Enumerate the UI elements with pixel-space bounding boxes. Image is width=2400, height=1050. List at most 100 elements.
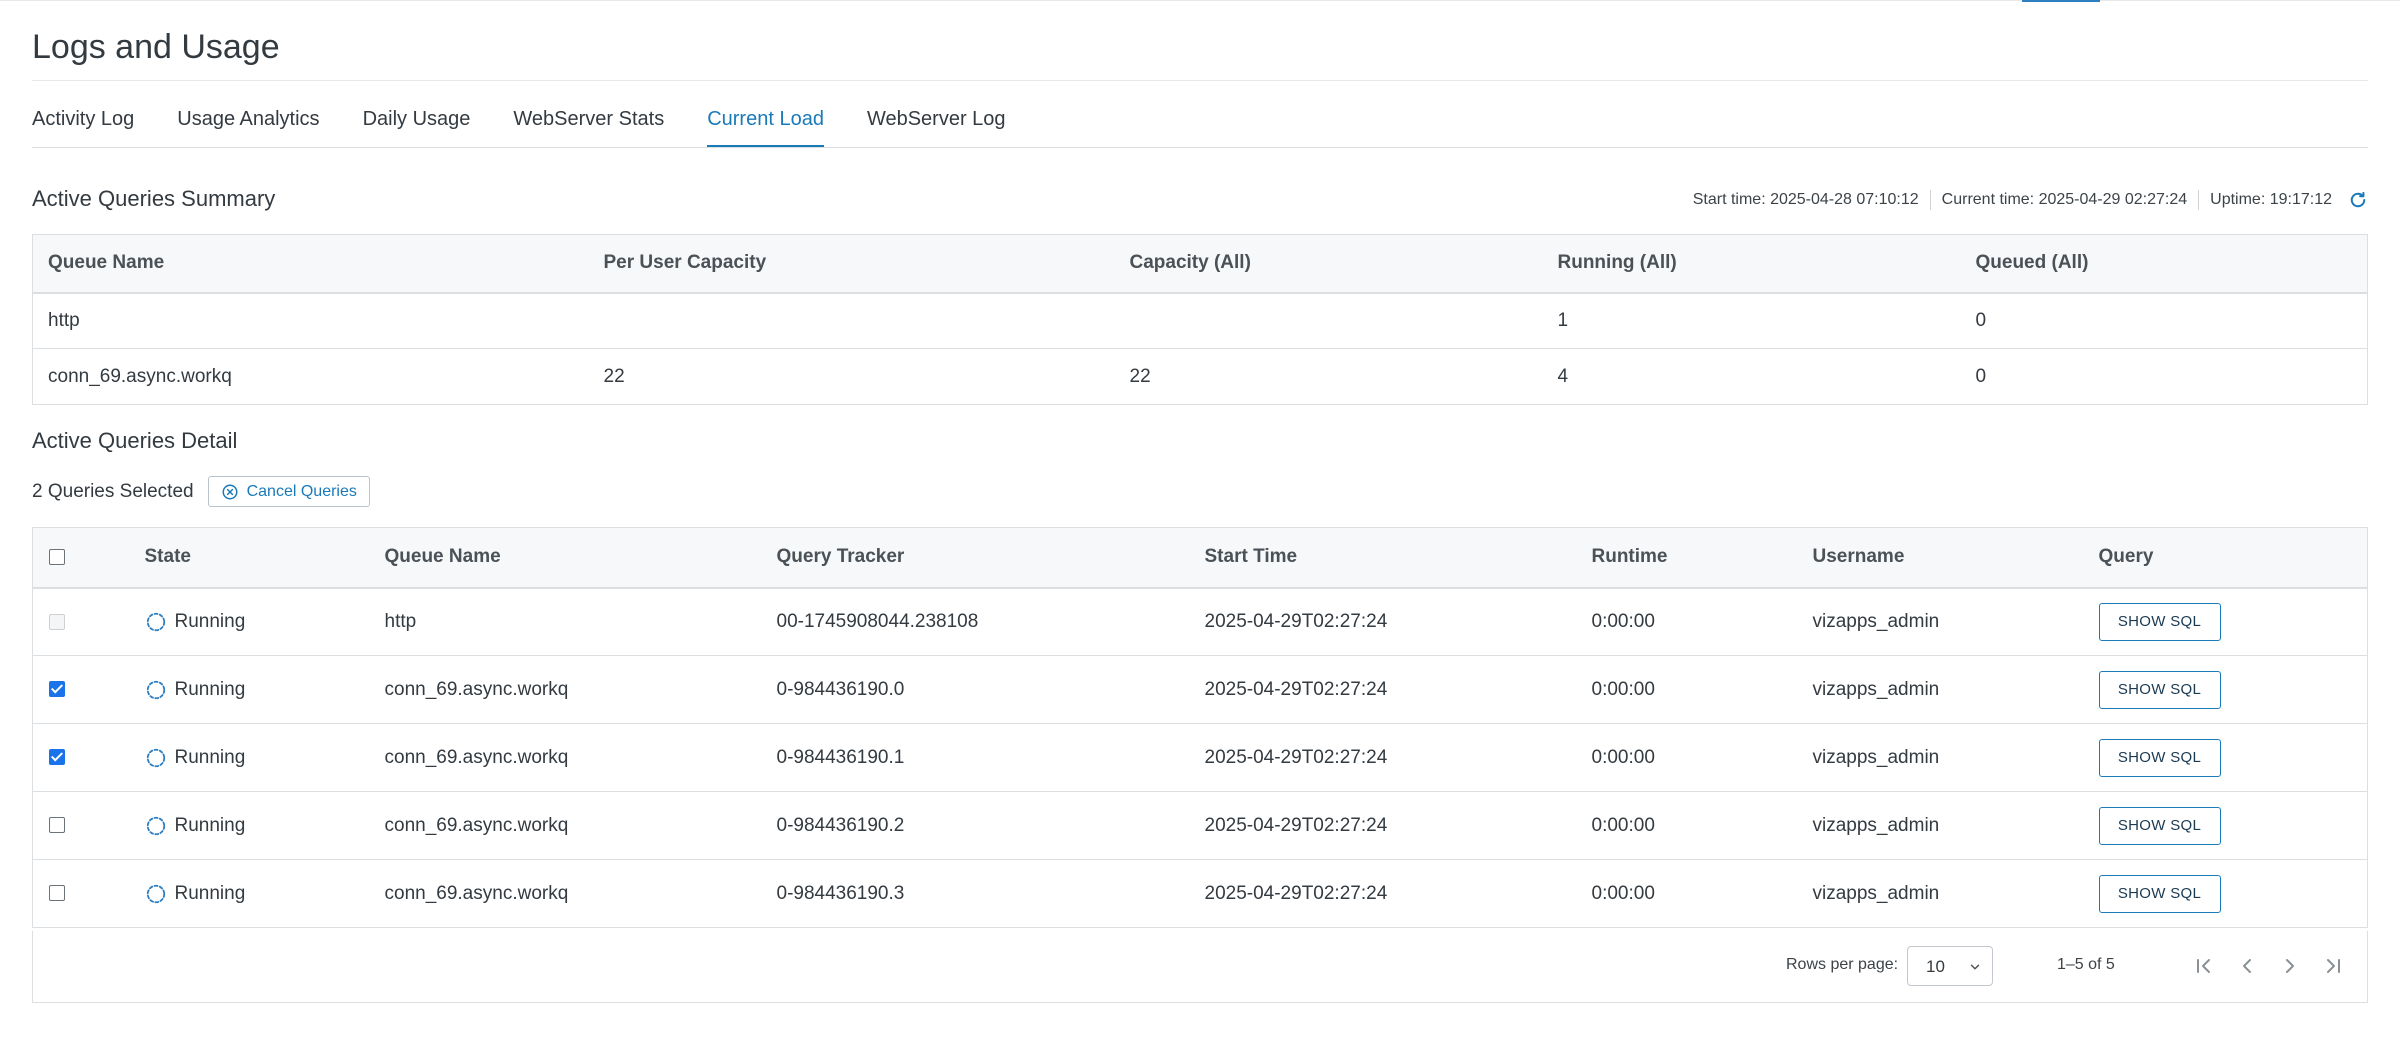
cell-runtime: 0:00:00 [1591, 882, 1655, 904]
uptime: Uptime: 19:17:12 [2210, 191, 2332, 208]
col-queue-name[interactable]: Queue Name [385, 528, 777, 588]
state-cell: Running [145, 747, 385, 769]
rows-per-page-label: Rows per page: [1786, 956, 1899, 973]
row-checkbox [49, 613, 65, 630]
cell-queued-all: 0 [1975, 309, 1987, 331]
col-queued-all[interactable]: Queued (All) [1961, 235, 2368, 293]
cell-start-time: 2025-04-29T02:27:24 [1204, 678, 1388, 700]
cell-queue-name: conn_69.async.workq [48, 365, 232, 387]
table-row: Running http 00-1745908044.238108 2025-04-2… [32, 588, 2368, 656]
show-sql-button[interactable]: SHOW SQL [2098, 874, 2221, 913]
col-username[interactable]: Username [1813, 528, 2099, 588]
summary-header-row: Queue Name Per User Capacity Capacity (A… [32, 234, 2368, 293]
page-title: Logs and Usage [32, 28, 280, 66]
rows-per-page-value: 10 [1926, 957, 1945, 976]
row-checkbox[interactable] [49, 749, 65, 766]
start-time: Start time: 2025-04-28 07:10:12 [1692, 191, 1919, 208]
show-sql-button[interactable]: SHOW SQL [2098, 738, 2221, 777]
state-label: Running [174, 610, 246, 632]
cell-capacity-all: 22 [1129, 365, 1151, 387]
row-checkbox[interactable] [49, 681, 65, 698]
state-label: Running [174, 746, 246, 768]
cell-running-all: 1 [1557, 309, 1569, 331]
spinner-icon [146, 816, 165, 835]
cell-runtime: 0:00:00 [1591, 746, 1655, 768]
summary-table: Queue Name Per User Capacity Capacity (A… [32, 234, 2368, 405]
tab-bar: Activity Log Usage Analytics Daily Usage… [32, 100, 1049, 148]
table-row: http 1 0 [32, 293, 2368, 349]
cell-queue-name: conn_69.async.workq [384, 678, 569, 700]
summary-title: Active Queries Summary [32, 186, 276, 211]
prev-page-icon[interactable] [2235, 954, 2259, 978]
col-running-all[interactable]: Running (All) [1543, 235, 1961, 293]
select-all-checkbox[interactable] [49, 549, 65, 566]
cell-queue-name: http [384, 610, 417, 632]
next-page-icon[interactable] [2278, 954, 2302, 978]
state-label: Running [174, 814, 246, 836]
cell-query-tracker: 00-1745908044.238108 [776, 610, 979, 632]
cell-username: vizapps_admin [1812, 882, 1940, 904]
cancel-queries-label: Cancel Queries [246, 482, 357, 500]
cell-per-user-capacity [589, 293, 1115, 349]
cell-queue-name: http [48, 309, 80, 331]
cell-query-tracker: 0-984436190.2 [776, 814, 905, 836]
table-row: Running conn_69.async.workq 0-984436190.0 2… [32, 656, 2368, 724]
detail-title: Active Queries Detail [32, 428, 238, 453]
col-runtime[interactable]: Runtime [1592, 528, 1813, 588]
row-checkbox[interactable] [49, 885, 65, 902]
tab-webserver-log[interactable]: WebServer Log [867, 100, 1006, 148]
cell-start-time: 2025-04-29T02:27:24 [1204, 882, 1388, 904]
spinner-icon [146, 680, 165, 699]
show-sql-button[interactable]: SHOW SQL [2098, 806, 2221, 845]
row-checkbox[interactable] [49, 817, 65, 834]
rows-per-page-select[interactable]: 10 [1907, 946, 1993, 986]
server-stats: Start time: 2025-04-28 07:10:12 Current … [1693, 188, 2370, 212]
current-time: Current time: 2025-04-29 02:27:24 [1941, 191, 2188, 208]
state-cell: Running [145, 815, 385, 837]
col-query-tracker[interactable]: Query Tracker [777, 528, 1205, 588]
col-capacity-all[interactable]: Capacity (All) [1115, 235, 1543, 293]
tab-webserver-stats[interactable]: WebServer Stats [513, 100, 664, 148]
col-queue-name[interactable]: Queue Name [33, 235, 589, 293]
state-cell: Running [145, 611, 385, 633]
detail-header-row: State Queue Name Query Tracker Start Tim… [32, 527, 2368, 588]
tab-current-load[interactable]: Current Load [707, 100, 824, 148]
state-label: Running [174, 882, 246, 904]
stats-separator [1929, 190, 1931, 210]
spinner-icon [146, 748, 165, 767]
refresh-icon[interactable] [2348, 189, 2370, 211]
cell-query-tracker: 0-984436190.3 [776, 882, 905, 904]
tab-usage-analytics[interactable]: Usage Analytics [177, 100, 319, 148]
cell-queue-name: conn_69.async.workq [384, 814, 569, 836]
spinner-icon [146, 884, 165, 903]
cell-runtime: 0:00:00 [1591, 610, 1655, 632]
tab-daily-usage[interactable]: Daily Usage [363, 100, 471, 148]
spinner-icon [146, 612, 165, 631]
cell-username: vizapps_admin [1812, 610, 1940, 632]
tab-activity-log[interactable]: Activity Log [32, 100, 134, 148]
title-divider [32, 80, 2368, 81]
cell-query-tracker: 0-984436190.0 [776, 678, 905, 700]
cancel-queries-button[interactable]: Cancel Queries [207, 476, 370, 507]
cell-queue-name: conn_69.async.workq [384, 746, 569, 768]
state-cell: Running [145, 679, 385, 701]
detail-table: State Queue Name Query Tracker Start Tim… [32, 527, 2368, 928]
state-label: Running [174, 678, 246, 700]
last-page-icon[interactable] [2321, 954, 2345, 978]
cell-username: vizapps_admin [1812, 814, 1940, 836]
show-sql-button[interactable]: SHOW SQL [2098, 602, 2221, 641]
show-sql-button[interactable]: SHOW SQL [2098, 670, 2221, 709]
col-start-time[interactable]: Start Time [1205, 528, 1592, 588]
cancel-circle-icon [222, 484, 238, 499]
tabs-divider [32, 147, 2368, 148]
cell-runtime: 0:00:00 [1591, 678, 1655, 700]
top-accent-bar [2022, 0, 2100, 2]
cell-username: vizapps_admin [1812, 678, 1940, 700]
table-row: conn_69.async.workq 22 22 4 0 [32, 349, 2368, 405]
col-state[interactable]: State [145, 528, 385, 588]
cell-per-user-capacity: 22 [603, 365, 625, 387]
first-page-icon[interactable] [2192, 954, 2216, 978]
cell-start-time: 2025-04-29T02:27:24 [1204, 610, 1388, 632]
selected-count: 2 Queries Selected [32, 480, 194, 502]
col-per-user-capacity[interactable]: Per User Capacity [589, 235, 1115, 293]
